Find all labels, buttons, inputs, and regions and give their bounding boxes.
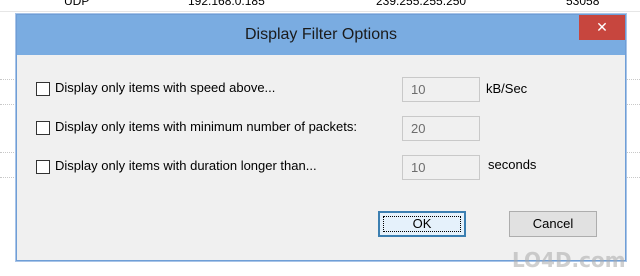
speed-input[interactable]: 10 bbox=[402, 77, 480, 102]
packets-checkbox[interactable] bbox=[36, 121, 50, 135]
protocol-cell: UDP bbox=[64, 0, 90, 8]
title-bar[interactable]: Display Filter Options ✕ bbox=[17, 15, 625, 55]
packets-label: Display only items with minimum number o… bbox=[55, 119, 357, 134]
display-filter-dialog: Display Filter Options ✕ Display only it… bbox=[16, 14, 626, 261]
speed-label: Display only items with speed above... bbox=[55, 80, 276, 95]
filter-row-duration: Display only items with duration longer … bbox=[36, 155, 616, 181]
list-item[interactable]: UDP 192.168.0.185 239.255.255.250 53058 bbox=[0, 0, 640, 12]
watermark-logo: LO4D.com bbox=[512, 248, 626, 272]
cancel-button[interactable]: Cancel bbox=[509, 211, 597, 237]
focus-rectangle bbox=[383, 216, 461, 232]
ok-button[interactable]: OK bbox=[378, 211, 466, 237]
duration-input[interactable]: 10 bbox=[402, 155, 480, 180]
cancel-label: Cancel bbox=[532, 216, 574, 231]
duration-unit: seconds bbox=[488, 157, 537, 172]
speed-checkbox[interactable] bbox=[36, 82, 50, 96]
close-icon: ✕ bbox=[596, 19, 608, 35]
packets-input[interactable]: 20 bbox=[402, 116, 480, 141]
duration-label: Display only items with duration longer … bbox=[55, 158, 317, 173]
source-cell: 192.168.0.185 bbox=[188, 0, 265, 8]
duration-checkbox[interactable] bbox=[36, 160, 50, 174]
dialog-title: Display Filter Options bbox=[244, 26, 398, 43]
close-button[interactable]: ✕ bbox=[579, 15, 625, 40]
filter-row-speed: Display only items with speed above... 1… bbox=[36, 77, 616, 103]
port-cell: 53058 bbox=[566, 0, 600, 8]
speed-unit: kB/Sec bbox=[486, 81, 528, 96]
destination-cell: 239.255.255.250 bbox=[376, 0, 467, 8]
watermark-text: LO4D.com bbox=[512, 248, 626, 272]
filter-row-packets: Display only items with minimum number o… bbox=[36, 116, 616, 142]
dialog-content: Display only items with speed above... 1… bbox=[17, 55, 625, 260]
